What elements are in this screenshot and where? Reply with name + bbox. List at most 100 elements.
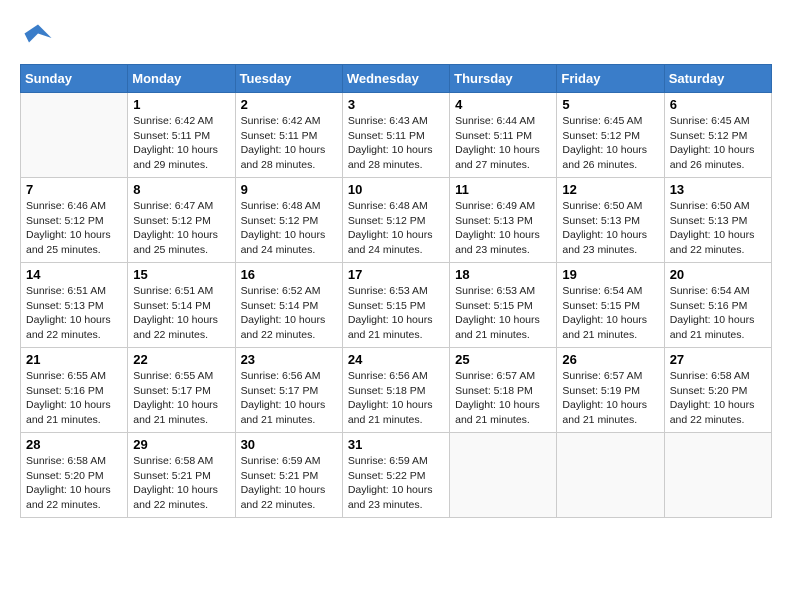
day-of-week-header: Wednesday [342,65,449,93]
day-of-week-header: Sunday [21,65,128,93]
day-info: Sunrise: 6:50 AMSunset: 5:13 PMDaylight:… [670,199,766,258]
day-number: 30 [241,437,337,452]
day-of-week-header: Saturday [664,65,771,93]
calendar-cell: 15 Sunrise: 6:51 AMSunset: 5:14 PMDayligh… [128,263,235,348]
day-info: Sunrise: 6:45 AMSunset: 5:12 PMDaylight:… [670,114,766,173]
calendar-header: SundayMondayTuesdayWednesdayThursdayFrid… [21,65,772,93]
calendar-cell: 9 Sunrise: 6:48 AMSunset: 5:12 PMDaylight… [235,178,342,263]
day-number: 22 [133,352,229,367]
day-info: Sunrise: 6:46 AMSunset: 5:12 PMDaylight:… [26,199,122,258]
calendar-cell [21,93,128,178]
calendar-cell: 23Sunrise: 6:56 AMSunset: 5:17 PMDayligh… [235,348,342,433]
day-number: 31 [348,437,444,452]
calendar-cell [664,433,771,518]
calendar-cell: 18 Sunrise: 6:53 AMSunset: 5:15 PMDayligh… [450,263,557,348]
day-number: 26 [562,352,658,367]
day-info: Sunrise: 6:58 AMSunset: 5:20 PMDaylight:… [26,454,122,513]
day-info: Sunrise: 6:50 AMSunset: 5:13 PMDaylight:… [562,199,658,258]
calendar-week-row: 21Sunrise: 6:55 AMSunset: 5:16 PMDayligh… [21,348,772,433]
calendar-cell: 17 Sunrise: 6:53 AMSunset: 5:15 PMDayligh… [342,263,449,348]
day-info: Sunrise: 6:57 AMSunset: 5:18 PMDaylight:… [455,369,551,428]
calendar-week-row: 14Sunrise: 6:51 AMSunset: 5:13 PMDayligh… [21,263,772,348]
calendar-cell: 10 Sunrise: 6:48 AMSunset: 5:12 PMDayligh… [342,178,449,263]
day-number: 5 [562,97,658,112]
day-number: 18 [455,267,551,282]
day-number: 25 [455,352,551,367]
logo [20,20,60,56]
day-number: 3 [348,97,444,112]
day-number: 2 [241,97,337,112]
day-number: 19 [562,267,658,282]
day-number: 28 [26,437,122,452]
calendar-cell: 29 Sunrise: 6:58 AMSunset: 5:21 PMDayligh… [128,433,235,518]
calendar-cell: 1 Sunrise: 6:42 AMSunset: 5:11 PMDaylight… [128,93,235,178]
calendar-week-row: 28 Sunrise: 6:58 AMSunset: 5:20 PMDayligh… [21,433,772,518]
day-number: 17 [348,267,444,282]
day-info: Sunrise: 6:51 AMSunset: 5:14 PMDaylight:… [133,284,229,343]
day-info: Sunrise: 6:59 AMSunset: 5:22 PMDaylight:… [348,454,444,513]
day-info: Sunrise: 6:43 AMSunset: 5:11 PMDaylight:… [348,114,444,173]
calendar-cell [450,433,557,518]
calendar-cell: 3 Sunrise: 6:43 AMSunset: 5:11 PMDaylight… [342,93,449,178]
day-info: Sunrise: 6:54 AMSunset: 5:16 PMDaylight:… [670,284,766,343]
page-header [20,20,772,56]
calendar-cell: 12 Sunrise: 6:50 AMSunset: 5:13 PMDayligh… [557,178,664,263]
day-info: Sunrise: 6:52 AMSunset: 5:14 PMDaylight:… [241,284,337,343]
calendar-cell: 19Sunrise: 6:54 AMSunset: 5:15 PMDayligh… [557,263,664,348]
day-of-week-header: Monday [128,65,235,93]
calendar-body: 1 Sunrise: 6:42 AMSunset: 5:11 PMDaylight… [21,93,772,518]
calendar-cell: 4Sunrise: 6:44 AMSunset: 5:11 PMDaylight… [450,93,557,178]
calendar-cell: 30 Sunrise: 6:59 AMSunset: 5:21 PMDayligh… [235,433,342,518]
calendar-cell: 14Sunrise: 6:51 AMSunset: 5:13 PMDayligh… [21,263,128,348]
day-number: 6 [670,97,766,112]
calendar-cell: 13 Sunrise: 6:50 AMSunset: 5:13 PMDayligh… [664,178,771,263]
day-info: Sunrise: 6:42 AMSunset: 5:11 PMDaylight:… [241,114,337,173]
day-number: 20 [670,267,766,282]
day-number: 4 [455,97,551,112]
days-of-week-row: SundayMondayTuesdayWednesdayThursdayFrid… [21,65,772,93]
calendar-table: SundayMondayTuesdayWednesdayThursdayFrid… [20,64,772,518]
day-info: Sunrise: 6:47 AMSunset: 5:12 PMDaylight:… [133,199,229,258]
day-info: Sunrise: 6:59 AMSunset: 5:21 PMDaylight:… [241,454,337,513]
calendar-cell: 27 Sunrise: 6:58 AMSunset: 5:20 PMDayligh… [664,348,771,433]
day-info: Sunrise: 6:45 AMSunset: 5:12 PMDaylight:… [562,114,658,173]
day-number: 16 [241,267,337,282]
calendar-cell: 22Sunrise: 6:55 AMSunset: 5:17 PMDayligh… [128,348,235,433]
calendar-cell: 20 Sunrise: 6:54 AMSunset: 5:16 PMDayligh… [664,263,771,348]
day-info: Sunrise: 6:58 AMSunset: 5:20 PMDaylight:… [670,369,766,428]
day-number: 27 [670,352,766,367]
calendar-cell: 2 Sunrise: 6:42 AMSunset: 5:11 PMDaylight… [235,93,342,178]
day-number: 8 [133,182,229,197]
day-info: Sunrise: 6:42 AMSunset: 5:11 PMDaylight:… [133,114,229,173]
calendar-week-row: 1 Sunrise: 6:42 AMSunset: 5:11 PMDaylight… [21,93,772,178]
day-of-week-header: Friday [557,65,664,93]
day-number: 12 [562,182,658,197]
day-of-week-header: Thursday [450,65,557,93]
logo-icon [20,20,56,56]
day-info: Sunrise: 6:58 AMSunset: 5:21 PMDaylight:… [133,454,229,513]
day-info: Sunrise: 6:53 AMSunset: 5:15 PMDaylight:… [348,284,444,343]
day-number: 29 [133,437,229,452]
day-number: 1 [133,97,229,112]
calendar-cell: 7 Sunrise: 6:46 AMSunset: 5:12 PMDaylight… [21,178,128,263]
calendar-cell: 24Sunrise: 6:56 AMSunset: 5:18 PMDayligh… [342,348,449,433]
calendar-week-row: 7 Sunrise: 6:46 AMSunset: 5:12 PMDaylight… [21,178,772,263]
calendar-cell: 8 Sunrise: 6:47 AMSunset: 5:12 PMDaylight… [128,178,235,263]
day-number: 9 [241,182,337,197]
calendar-cell: 6 Sunrise: 6:45 AMSunset: 5:12 PMDaylight… [664,93,771,178]
day-number: 15 [133,267,229,282]
calendar-cell: 5 Sunrise: 6:45 AMSunset: 5:12 PMDaylight… [557,93,664,178]
day-of-week-header: Tuesday [235,65,342,93]
day-info: Sunrise: 6:53 AMSunset: 5:15 PMDaylight:… [455,284,551,343]
day-info: Sunrise: 6:48 AMSunset: 5:12 PMDaylight:… [348,199,444,258]
day-number: 13 [670,182,766,197]
day-number: 10 [348,182,444,197]
calendar-cell: 26Sunrise: 6:57 AMSunset: 5:19 PMDayligh… [557,348,664,433]
calendar-cell: 11Sunrise: 6:49 AMSunset: 5:13 PMDayligh… [450,178,557,263]
day-info: Sunrise: 6:48 AMSunset: 5:12 PMDaylight:… [241,199,337,258]
calendar-cell [557,433,664,518]
calendar-cell: 16 Sunrise: 6:52 AMSunset: 5:14 PMDayligh… [235,263,342,348]
day-info: Sunrise: 6:55 AMSunset: 5:16 PMDaylight:… [26,369,122,428]
day-number: 7 [26,182,122,197]
day-info: Sunrise: 6:51 AMSunset: 5:13 PMDaylight:… [26,284,122,343]
